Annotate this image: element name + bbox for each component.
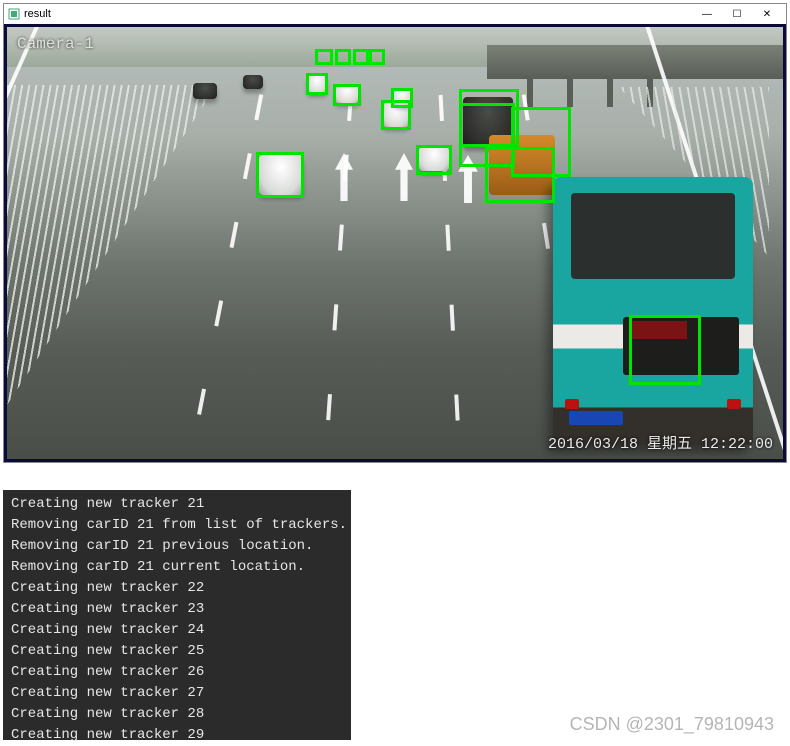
- scene-pillar: [527, 79, 533, 107]
- scene-pillar: [567, 79, 573, 107]
- window-title: result: [24, 8, 692, 20]
- detection-bbox: [306, 73, 328, 95]
- detection-bbox: [335, 49, 351, 65]
- guardrail-left: [7, 85, 217, 405]
- result-window: result — ☐ ✕: [3, 3, 787, 463]
- video-viewport: Camera-1 2016/03/18 星期五 12:22:00: [4, 24, 786, 462]
- scene-pillar: [607, 79, 613, 107]
- app-icon: [8, 8, 20, 20]
- timestamp-overlay: 2016/03/18 星期五 12:22:00: [548, 432, 773, 453]
- detection-bbox: [511, 107, 571, 177]
- detection-bbox: [391, 88, 413, 108]
- road-arrow-icon: [395, 153, 413, 201]
- maximize-button[interactable]: ☐: [722, 5, 752, 23]
- detection-bbox: [416, 145, 452, 175]
- vehicle-car: [193, 83, 217, 99]
- detection-bbox: [369, 49, 385, 65]
- detection-bbox: [333, 84, 361, 106]
- scene-overpass: [487, 45, 783, 79]
- close-button[interactable]: ✕: [752, 5, 782, 23]
- titlebar[interactable]: result — ☐ ✕: [4, 4, 786, 24]
- bus-rear-window: [571, 193, 735, 279]
- watermark: CSDN @2301_79810943: [570, 714, 774, 735]
- lane-dash: [185, 65, 269, 462]
- camera-label: Camera-1: [17, 35, 94, 53]
- vehicle-bus: [553, 177, 753, 445]
- detection-bbox: [629, 315, 701, 385]
- bus-plate: [569, 411, 623, 425]
- minimize-button[interactable]: —: [692, 5, 722, 23]
- detection-bbox: [256, 152, 304, 198]
- taillight-icon: [565, 399, 579, 409]
- taillight-icon: [727, 399, 741, 409]
- vehicle-car: [243, 75, 263, 89]
- road-arrow-icon: [335, 153, 353, 201]
- lane-dash: [322, 65, 355, 462]
- detection-bbox: [315, 49, 333, 65]
- detection-bbox: [353, 49, 369, 65]
- console-output: Creating new tracker 21 Removing carID 2…: [3, 490, 351, 740]
